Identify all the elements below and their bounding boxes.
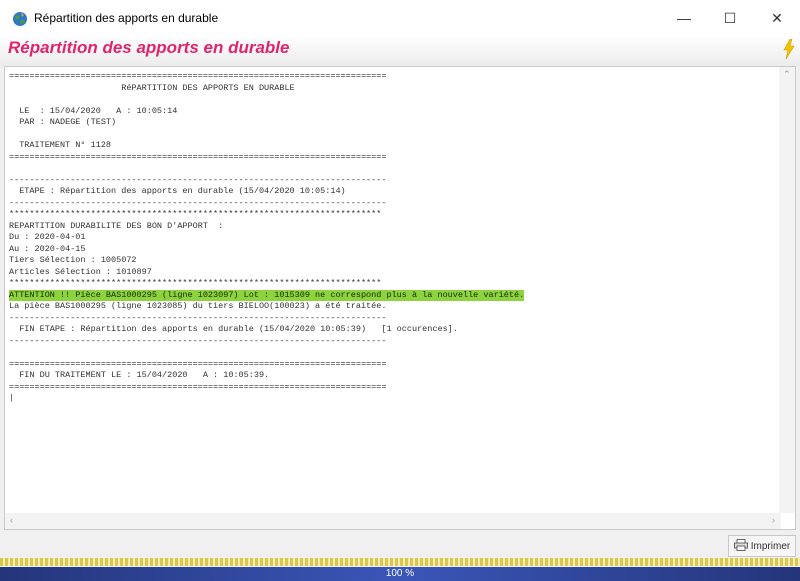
- progress-text: 100 %: [385, 568, 415, 579]
- report-lines-before: ========================================…: [9, 71, 387, 288]
- report-lines-after: La pièce BAS1000295 (ligne 1023085) du t…: [9, 301, 458, 403]
- print-button[interactable]: Imprimer: [728, 535, 796, 557]
- scroll-left-arrow-icon[interactable]: ‹: [10, 515, 13, 525]
- minimize-button[interactable]: —: [661, 0, 707, 36]
- app-globe-icon: [12, 11, 28, 27]
- printer-icon: [733, 538, 748, 554]
- minimize-icon: —: [677, 10, 691, 26]
- maximize-icon: ☐: [723, 9, 737, 26]
- separator-bar: [0, 558, 800, 566]
- maximize-button[interactable]: ☐: [707, 0, 753, 36]
- report-text: ========================================…: [9, 71, 781, 509]
- print-label: Imprimer: [750, 540, 791, 552]
- scroll-right-arrow-icon[interactable]: ›: [772, 515, 775, 525]
- window-title: Répartition des apports en durable: [34, 11, 219, 25]
- header-band: Répartition des apports en durable: [0, 36, 800, 66]
- close-button[interactable]: ✕: [754, 0, 800, 36]
- report-viewer[interactable]: ========================================…: [4, 66, 796, 530]
- horizontal-scrollbar[interactable]: ‹ ›: [5, 513, 781, 529]
- progress-bar: 100 %: [0, 567, 800, 581]
- close-icon: ✕: [771, 9, 783, 26]
- vertical-scrollbar[interactable]: ⌃: [779, 67, 795, 513]
- warning-highlight-line: ATTENTION !! Pièce BAS1000295 (ligne 102…: [9, 289, 525, 301]
- scroll-up-arrow-icon[interactable]: ⌃: [783, 69, 791, 80]
- page-title: Répartition des apports en durable: [8, 38, 290, 57]
- run-button[interactable]: [778, 38, 800, 64]
- window-titlebar: Répartition des apports en durable — ☐ ✕: [0, 0, 800, 36]
- lightning-bolt-icon: [783, 38, 795, 64]
